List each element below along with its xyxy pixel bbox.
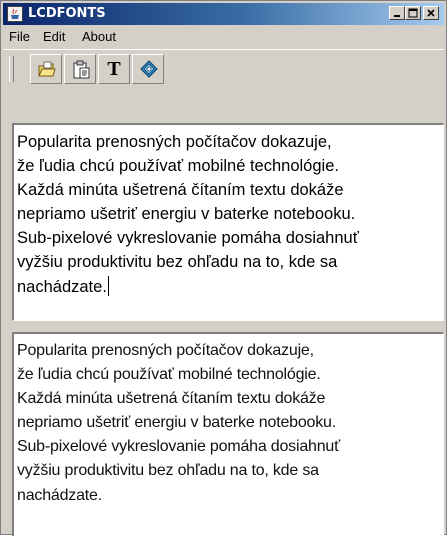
editor-last-line: nachádzate. [17, 275, 437, 299]
open-button[interactable] [30, 54, 62, 84]
maximize-icon [408, 8, 418, 18]
editor-line-text: nachádzate. [17, 277, 107, 296]
editor-line: že ľudia chcú používať mobilné technológ… [17, 157, 339, 176]
preview-line: nepriamo ušetriť energiu v baterke noteb… [17, 414, 336, 432]
maximize-button[interactable] [405, 6, 421, 20]
preview-line: nachádzate. [17, 486, 102, 504]
preview-line: Sub-pixelové vykreslovanie pomáha dosiah… [17, 438, 340, 456]
menu-edit[interactable]: Edit [43, 26, 65, 48]
preview-line: vyžšiu produktivitu bez ohľadu na to, kd… [17, 462, 319, 480]
paste-button[interactable] [64, 54, 96, 84]
menu-bar: File Edit About [3, 26, 444, 48]
editor-line: Sub-pixelové vykreslovanie pomáha dosiah… [17, 229, 359, 248]
text-editor[interactable]: Popularita prenosných počítačov dokazuje… [12, 123, 444, 321]
split-divider[interactable] [12, 321, 444, 332]
settings-button[interactable] [132, 54, 164, 84]
close-icon [427, 9, 435, 17]
app-window: LCDFONTS File Edit About T Popularita pr… [0, 0, 447, 536]
close-button[interactable] [423, 6, 439, 20]
preview-line: Popularita prenosných počítačov dokazuje… [17, 342, 314, 359]
preview-line: Každá minúta ušetrená čítaním textu doká… [17, 390, 326, 408]
menu-file[interactable]: File [9, 26, 30, 48]
window-title: LCDFONTS [28, 6, 106, 21]
font-button[interactable]: T [98, 54, 130, 84]
editor-line: Každá minúta ušetrená čítaním textu doká… [17, 181, 344, 200]
toolbar: T [3, 49, 444, 86]
editor-line: Popularita prenosných počítačov dokazuje… [17, 133, 332, 151]
title-bar[interactable]: LCDFONTS [3, 3, 444, 25]
editor-line: vyžšiu produktivitu bez ohľadu na to, kd… [17, 253, 338, 272]
settings-icon [140, 60, 158, 78]
minimize-button[interactable] [389, 6, 405, 20]
paste-document-icon [73, 60, 90, 79]
open-folder-icon [38, 61, 56, 77]
menu-about[interactable]: About [82, 26, 116, 48]
text-caret [107, 275, 109, 296]
java-app-icon[interactable] [7, 6, 23, 22]
editor-text[interactable]: Popularita prenosných počítačov dokazuje… [17, 130, 437, 299]
minimize-icon [394, 15, 400, 17]
preview-line: že ľudia chcú používať mobilné technológ… [17, 366, 321, 384]
preview-text: Popularita prenosných počítačov dokazuje… [17, 339, 437, 508]
font-icon: T [107, 58, 121, 80]
render-preview: Popularita prenosných počítačov dokazuje… [12, 332, 444, 536]
toolbar-grip[interactable] [9, 56, 14, 82]
editor-line: nepriamo ušetriť energiu v baterke noteb… [17, 205, 356, 224]
